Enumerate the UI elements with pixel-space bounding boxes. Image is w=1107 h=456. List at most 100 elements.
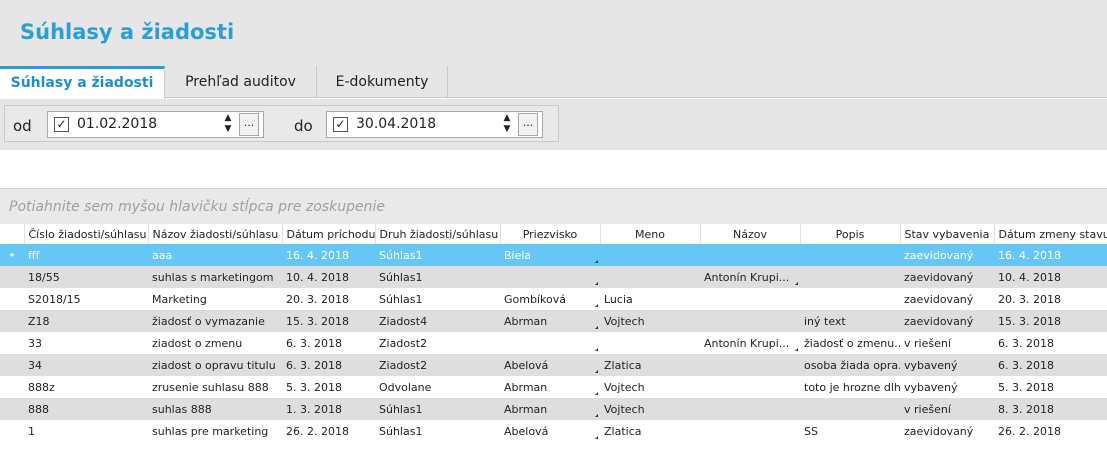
cell-nazov-ziadosti[interactable]: ziadost o zmenu	[148, 332, 282, 354]
cell-popis[interactable]: osoba žiada opra...	[800, 354, 900, 376]
column-header-meno[interactable]: Meno	[600, 224, 701, 244]
from-date-picker[interactable]: ✓ 01.02.2018 ▲ ▼ ...	[47, 111, 264, 138]
cell-stav[interactable]: vybavený	[900, 354, 994, 376]
spin-up-icon[interactable]: ▲	[220, 113, 236, 124]
cell-stav[interactable]: vybavený	[900, 376, 994, 398]
column-header-druh[interactable]: Druh žiadosti/súhlasu	[375, 224, 501, 244]
cell-datum-prichodu[interactable]: 6. 3. 2018	[282, 354, 375, 376]
cell-datum-prichodu[interactable]: 15. 3. 2018	[282, 310, 375, 332]
cell-datum-zmeny[interactable]: 5. 3. 2018	[994, 376, 1107, 398]
cell-druh[interactable]: Ziadost4	[375, 310, 500, 332]
cell-meno[interactable]: Zlatica	[600, 420, 700, 442]
cell-priezvisko[interactable]: Abrman	[500, 310, 600, 332]
cell-nazov[interactable]	[700, 244, 800, 266]
cell-druh[interactable]: Ziadost2	[375, 354, 500, 376]
cell-cislo[interactable]: 18/55	[24, 266, 148, 288]
cell-druh[interactable]: Ziadost2	[375, 332, 500, 354]
cell-druh[interactable]: Súhlas1	[375, 244, 500, 266]
spin-up-icon[interactable]: ▲	[499, 113, 515, 124]
cell-popis[interactable]: SS	[800, 420, 900, 442]
cell-cislo[interactable]: fff	[24, 244, 148, 266]
cell-nazov-ziadosti[interactable]: suhlas pre marketing	[148, 420, 282, 442]
cell-nazov[interactable]	[700, 310, 800, 332]
cell-cislo[interactable]: 888	[24, 398, 148, 420]
cell-popis[interactable]: iný text	[800, 310, 900, 332]
column-header-nazov[interactable]: Názov	[700, 224, 801, 244]
cell-druh[interactable]: Súhlas1	[375, 398, 500, 420]
cell-popis[interactable]	[800, 244, 900, 266]
cell-nazov-ziadosti[interactable]: Marketing	[148, 288, 282, 310]
cell-nazov[interactable]	[700, 288, 800, 310]
to-date-ellipsis-button[interactable]: ...	[518, 113, 538, 136]
cell-popis[interactable]: žiadosť o zmenu...	[800, 332, 900, 354]
cell-popis[interactable]	[800, 266, 900, 288]
cell-cislo[interactable]: 34	[24, 354, 148, 376]
cell-cislo[interactable]: 33	[24, 332, 148, 354]
cell-stav[interactable]: zaevidovaný	[900, 244, 994, 266]
column-header-priezvisko[interactable]: Priezvisko	[500, 224, 601, 244]
cell-meno[interactable]: Lucia	[600, 288, 700, 310]
cell-datum-prichodu[interactable]: 26. 2. 2018	[282, 420, 375, 442]
cell-priezvisko[interactable]	[500, 266, 600, 288]
from-date-value[interactable]: 01.02.2018	[77, 116, 157, 132]
cell-meno[interactable]: Zlatica	[600, 354, 700, 376]
row-indicator[interactable]	[0, 332, 24, 354]
cell-datum-zmeny[interactable]: 10. 4. 2018	[994, 266, 1107, 288]
cell-datum-prichodu[interactable]: 1. 3. 2018	[282, 398, 375, 420]
table-row[interactable]: S2018/15 Marketing 20. 3. 2018 Súhlas1 Gombí…	[0, 288, 1107, 310]
cell-nazov-ziadosti[interactable]: žiadosť o vymazanie	[148, 310, 282, 332]
tab-e-dokumenty[interactable]: E-dokumenty	[317, 66, 448, 98]
row-indicator[interactable]	[0, 420, 24, 442]
cell-datum-prichodu[interactable]: 10. 4. 2018	[282, 266, 375, 288]
cell-meno[interactable]	[600, 266, 700, 288]
cell-cislo[interactable]: S2018/15	[24, 288, 148, 310]
cell-datum-zmeny[interactable]: 6. 3. 2018	[994, 354, 1107, 376]
cell-datum-zmeny[interactable]: 16. 4. 2018	[994, 244, 1107, 266]
cell-priezvisko[interactable]: Gombíková	[500, 288, 600, 310]
tab-prehlad-auditov[interactable]: Prehľad auditov	[165, 66, 317, 98]
cell-stav[interactable]: zaevidovaný	[900, 266, 994, 288]
table-row[interactable]: 888z zrusenie suhlasu 888 5. 3. 2018 Odvola…	[0, 376, 1107, 398]
cell-druh[interactable]: Súhlas1	[375, 420, 500, 442]
cell-meno[interactable]: Vojtech	[600, 376, 700, 398]
row-indicator[interactable]: •	[0, 244, 24, 266]
row-indicator[interactable]	[0, 288, 24, 310]
cell-nazov[interactable]	[700, 398, 800, 420]
table-row[interactable]: 33 ziadost o zmenu 6. 3. 2018 Ziadost2 Anton…	[0, 332, 1107, 354]
cell-nazov[interactable]	[700, 420, 800, 442]
cell-cislo[interactable]: 1	[24, 420, 148, 442]
cell-nazov-ziadosti[interactable]: aaa	[148, 244, 282, 266]
table-row[interactable]: Z18 žiadosť o vymazanie 15. 3. 2018 Ziadost…	[0, 310, 1107, 332]
to-date-spinner[interactable]: ▲ ▼	[499, 113, 515, 137]
cell-nazov-ziadosti[interactable]: suhlas 888	[148, 398, 282, 420]
cell-popis[interactable]	[800, 398, 900, 420]
tab-suhlasy-a-ziadosti[interactable]: Súhlasy a žiadosti	[0, 66, 165, 99]
row-indicator[interactable]	[0, 376, 24, 398]
cell-datum-prichodu[interactable]: 20. 3. 2018	[282, 288, 375, 310]
cell-datum-prichodu[interactable]: 6. 3. 2018	[282, 332, 375, 354]
row-indicator[interactable]	[0, 354, 24, 376]
cell-datum-prichodu[interactable]: 5. 3. 2018	[282, 376, 375, 398]
cell-nazov-ziadosti[interactable]: ziadost o opravu titulu	[148, 354, 282, 376]
cell-stav[interactable]: v riešení	[900, 332, 994, 354]
cell-datum-prichodu[interactable]: 16. 4. 2018	[282, 244, 375, 266]
cell-datum-zmeny[interactable]: 6. 3. 2018	[994, 332, 1107, 354]
spin-down-icon[interactable]: ▼	[220, 124, 236, 135]
table-row[interactable]: 1 suhlas pre marketing 26. 2. 2018 Súhlas1 A…	[0, 420, 1107, 442]
cell-priezvisko[interactable]: Abrman	[500, 398, 600, 420]
cell-druh[interactable]: Odvolane	[375, 376, 500, 398]
cell-stav[interactable]: zaevidovaný	[900, 288, 994, 310]
cell-cislo[interactable]: 888z	[24, 376, 148, 398]
column-header-popis[interactable]: Popis	[800, 224, 901, 244]
from-date-spinner[interactable]: ▲ ▼	[220, 113, 236, 137]
table-row[interactable]: 34 ziadost o opravu titulu 6. 3. 2018 Ziado…	[0, 354, 1107, 376]
table-row[interactable]: 18/55 suhlas s marketingom 10. 4. 2018 Súhl…	[0, 266, 1107, 288]
column-header-datum-zmeny[interactable]: Dátum zmeny stavu	[994, 224, 1107, 244]
cell-druh[interactable]: Súhlas1	[375, 266, 500, 288]
cell-nazov[interactable]: Antonín Krupi...	[700, 266, 800, 288]
cell-datum-zmeny[interactable]: 20. 3. 2018	[994, 288, 1107, 310]
cell-priezvisko[interactable]: Abelová	[500, 420, 600, 442]
to-date-checkbox[interactable]: ✓	[333, 117, 348, 132]
cell-nazov-ziadosti[interactable]: zrusenie suhlasu 888	[148, 376, 282, 398]
table-row[interactable]: 888 suhlas 888 1. 3. 2018 Súhlas1 Abrman Vojt…	[0, 398, 1107, 420]
